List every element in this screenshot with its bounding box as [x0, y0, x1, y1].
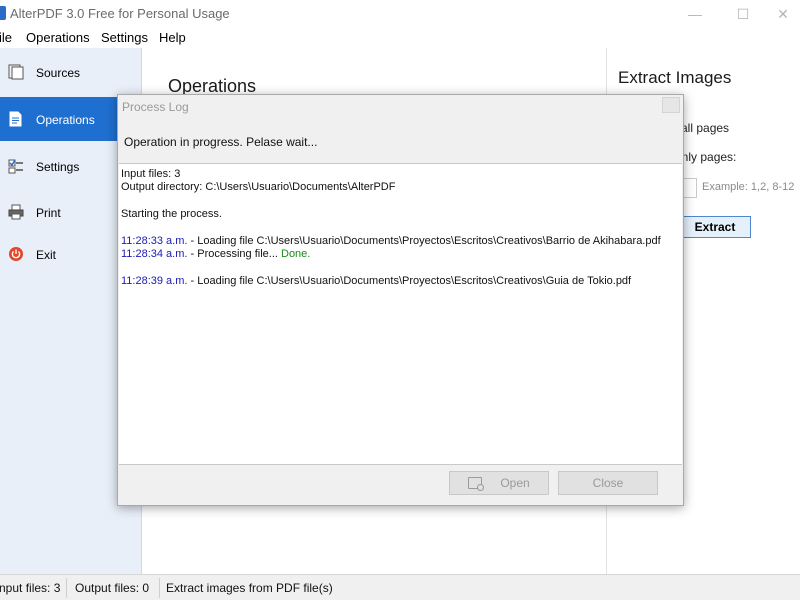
open-button[interactable]: Open — [449, 471, 549, 495]
sources-icon — [8, 64, 24, 80]
status-input-files: nput files: 3 — [0, 581, 61, 595]
sidebar-item-label: Settings — [36, 160, 80, 174]
log-output-directory: Output directory: C:\Users\Usuario\Docum… — [121, 181, 396, 193]
app-logo-icon — [0, 6, 6, 20]
log-timestamp: 11:28:39 a.m. — [121, 275, 188, 287]
operations-icon — [9, 111, 22, 127]
log-text: - Loading file C:\Users\Usuario\Document… — [187, 235, 661, 247]
close-window-button[interactable]: ✕ — [760, 0, 800, 28]
menu-operations[interactable]: Operations — [26, 30, 90, 45]
status-bar: nput files: 3 Output files: 0 Extract im… — [0, 574, 800, 600]
log-entry: 11:28:39 a.m. - Loading file C:\Users\Us… — [121, 275, 631, 289]
log-timestamp: 11:28:34 a.m. — [121, 248, 188, 260]
sidebar-item-label: Exit — [36, 248, 57, 262]
log-text: - Processing file... — [187, 248, 281, 260]
window-title: AlterPDF 3.0 Free for Personal Usage — [10, 6, 230, 21]
close-button[interactable]: Close — [558, 471, 658, 495]
open-button-label: Open — [500, 476, 530, 490]
settings-icon — [8, 159, 23, 174]
exit-icon — [9, 247, 23, 261]
log-timestamp: 11:28:33 a.m. — [121, 235, 188, 247]
menu-bar: ile Operations Settings Help — [0, 28, 800, 48]
minimize-button[interactable]: — — [672, 0, 718, 28]
log-status: Done. — [281, 248, 311, 260]
process-log-dialog: Process Log Operation in progress. Pelas… — [117, 94, 684, 506]
log-input-files: Input files: 3 — [121, 168, 181, 180]
status-divider — [66, 578, 67, 598]
print-icon — [8, 204, 24, 220]
log-entry: 11:28:33 a.m. - Loading file C:\Users\Us… — [121, 235, 661, 249]
log-output: Input files: 3 Output directory: C:\User… — [119, 163, 682, 465]
sidebar-item-label: Print — [36, 206, 61, 220]
menu-help[interactable]: Help — [159, 30, 186, 45]
open-folder-icon — [468, 477, 485, 491]
sidebar-item-sources[interactable]: Sources — [0, 50, 142, 94]
all-pages-option[interactable]: all pages — [681, 121, 729, 135]
progress-message: Operation in progress. Pelase wait... — [124, 135, 318, 149]
dialog-close-icon[interactable] — [662, 97, 680, 113]
dialog-title: Process Log — [122, 100, 189, 114]
sidebar-item-label: Sources — [36, 66, 81, 80]
log-entry: 11:28:34 a.m. - Processing file... Done. — [121, 248, 310, 262]
only-pages-option[interactable]: only pages: — [675, 150, 736, 164]
log-starting: Starting the process. — [121, 208, 222, 220]
title-bar: AlterPDF 3.0 Free for Personal Usage — ☐… — [0, 0, 800, 28]
extract-button[interactable]: Extract — [679, 216, 751, 238]
status-divider — [159, 578, 160, 598]
sidebar-item-label: Operations — [36, 113, 95, 127]
status-description: Extract images from PDF file(s) — [166, 581, 333, 595]
menu-settings[interactable]: Settings — [101, 30, 148, 45]
log-text: - Loading file C:\Users\Usuario\Document… — [187, 275, 632, 287]
menu-file[interactable]: ile — [0, 30, 12, 45]
panel-title: Extract Images — [618, 68, 732, 87]
pages-example-hint: Example: 1,2, 8-12 — [702, 181, 795, 193]
status-output-files: Output files: 0 — [75, 581, 150, 595]
